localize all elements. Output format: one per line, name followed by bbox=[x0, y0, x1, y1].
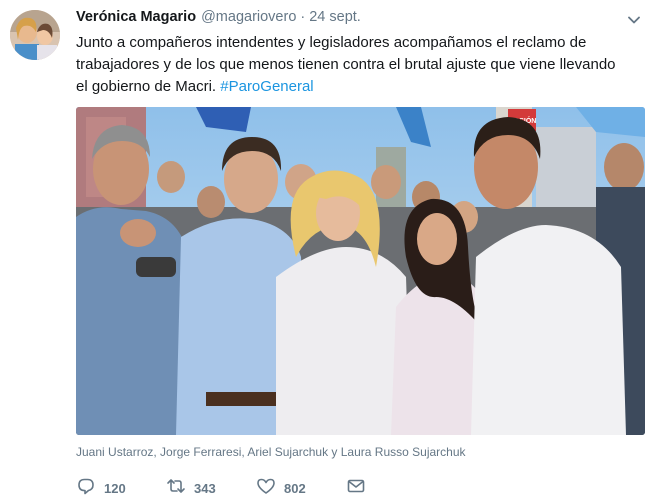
author-handle[interactable]: @magariovero bbox=[201, 9, 296, 25]
like-button[interactable]: 802 bbox=[256, 476, 326, 501]
heart-icon bbox=[256, 476, 276, 501]
tweet-header: Verónica Magario @magariovero · 24 sept. bbox=[76, 9, 361, 29]
retweet-icon bbox=[166, 476, 186, 501]
retweet-count: 343 bbox=[194, 480, 216, 496]
tweet-text-line-3: el gobierno de Macri. bbox=[76, 78, 221, 95]
reply-icon bbox=[76, 476, 96, 501]
author-name[interactable]: Verónica Magario bbox=[76, 9, 196, 25]
tweet: Verónica Magario @magariovero · 24 sept.… bbox=[0, 0, 655, 502]
photo-caption: Juani Ustarroz, Jorge Ferraresi, Ariel S… bbox=[76, 445, 466, 459]
envelope-icon bbox=[346, 476, 366, 501]
chevron-down-icon[interactable] bbox=[626, 12, 642, 28]
hashtag-link[interactable]: #ParoGeneral bbox=[220, 78, 313, 95]
tweet-text-line-2: trabajadores y de los que menos tienen c… bbox=[76, 56, 616, 73]
retweet-button[interactable]: 343 bbox=[166, 476, 236, 501]
tweet-text: Junto a compañeros intendentes y legisla… bbox=[76, 32, 636, 98]
tweet-text-line-1: Junto a compañeros intendentes y legisla… bbox=[76, 34, 587, 51]
avatar[interactable] bbox=[10, 10, 60, 60]
reply-button[interactable]: 120 bbox=[76, 476, 146, 501]
tweet-actions: 120 343 802 bbox=[76, 477, 394, 499]
like-count: 802 bbox=[284, 480, 306, 496]
tweet-photo[interactable]: PASIÓN bbox=[76, 107, 645, 435]
reply-count: 120 bbox=[104, 480, 126, 496]
header-separator: · bbox=[300, 9, 306, 25]
tweet-date[interactable]: 24 sept. bbox=[309, 9, 361, 25]
direct-message-button[interactable] bbox=[346, 476, 366, 501]
